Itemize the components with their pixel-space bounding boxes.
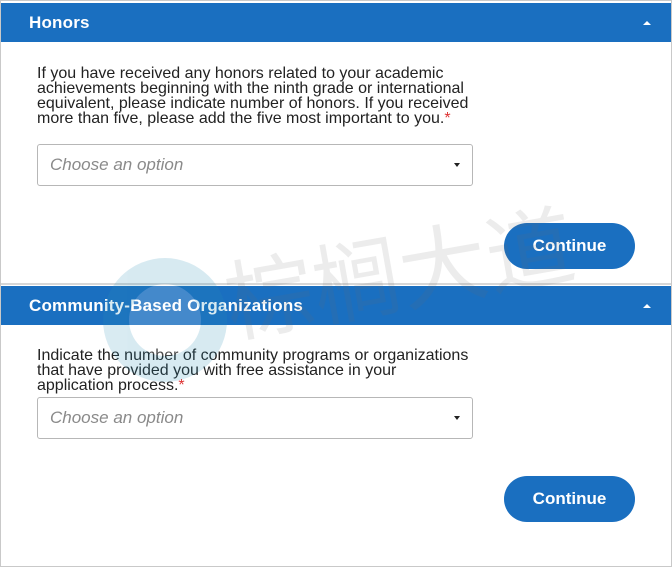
collapse-caret-icon[interactable] (643, 20, 651, 25)
community-continue-button[interactable]: Continue (504, 476, 635, 522)
community-title: Community-Based Organizations (29, 295, 304, 315)
honors-title: Honors (29, 12, 90, 32)
dropdown-arrow-icon (454, 416, 460, 420)
honors-question: If you have received any honors related … (37, 65, 477, 127)
required-mark: * (444, 110, 451, 127)
honors-question-text: If you have received any honors related … (37, 65, 469, 127)
dropdown-arrow-icon (454, 163, 460, 167)
community-question-text: Indicate the number of community program… (37, 347, 469, 394)
community-select-placeholder: Choose an option (50, 408, 184, 427)
section-divider (1, 283, 671, 285)
community-question: Indicate the number of community program… (37, 347, 477, 394)
honors-continue-button[interactable]: Continue (504, 223, 635, 269)
collapse-caret-icon[interactable] (643, 303, 651, 308)
honors-select-placeholder: Choose an option (50, 155, 184, 174)
required-mark: * (178, 377, 185, 394)
honors-header[interactable]: Honors (1, 3, 671, 42)
community-header[interactable]: Community-Based Organizations (1, 286, 671, 325)
community-select[interactable]: Choose an option (37, 397, 473, 439)
honors-select[interactable]: Choose an option (37, 144, 473, 186)
